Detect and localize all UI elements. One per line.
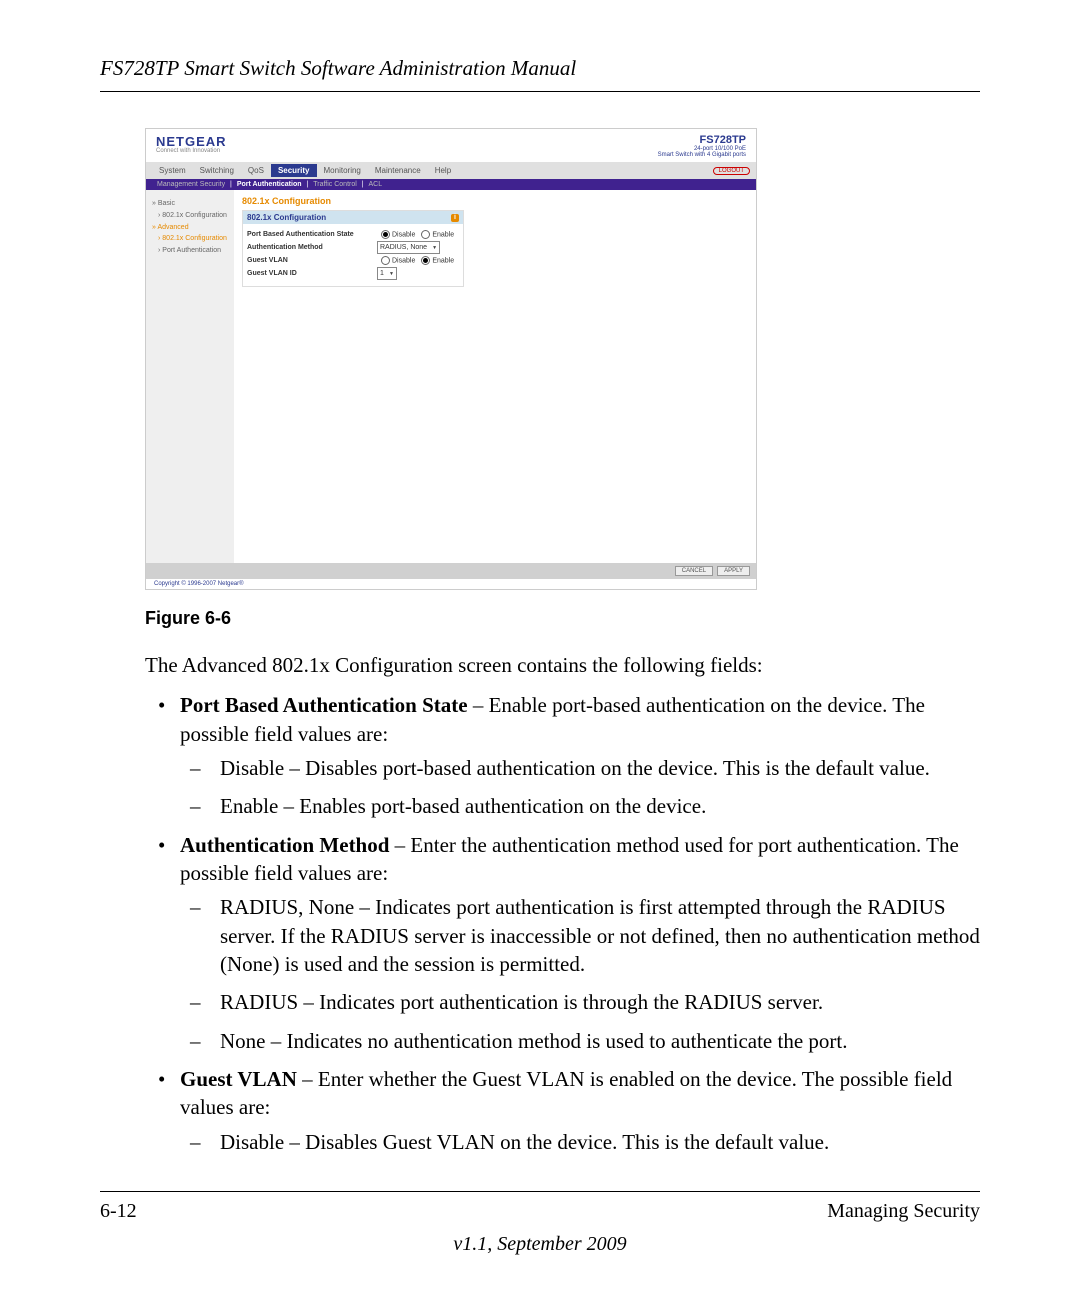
radio-auth-disable[interactable] [381,230,390,239]
label-port-auth-state: Port Based Authentication State [247,231,377,238]
cancel-button[interactable]: CANCEL [675,566,713,576]
sidebar-item-basic-8021x[interactable]: › 802.1x Configuration [150,210,230,222]
bullet-port-auth-state: Port Based Authentication State – Enable… [180,691,980,820]
select-auth-method[interactable]: RADIUS, None [377,241,440,254]
version-line: v1.1, September 2009 [100,1233,980,1256]
running-header: FS728TP Smart Switch Software Administra… [100,56,980,92]
tab-system[interactable]: System [152,164,193,177]
bullet-auth-method: Authentication Method – Enter the authen… [180,831,980,1055]
tab-security[interactable]: Security [271,164,317,177]
radio-auth-enable[interactable] [421,230,430,239]
config-panel: 802.1x Configuration i Port Based Authen… [242,210,464,287]
model-sub2: Smart Switch with 4 Gigabit ports [658,152,746,158]
tab-qos[interactable]: QoS [241,164,271,177]
subtab-acl[interactable]: ACL [366,181,386,188]
sub-radius-none: RADIUS, None – Indicates port authentica… [220,893,980,978]
tab-monitoring[interactable]: Monitoring [317,164,368,177]
sub-guest-disable: Disable – Disables Guest VLAN on the dev… [220,1128,980,1156]
screenshot-figure: NETGEAR Connect with Innovation FS728TP … [145,128,757,590]
sidebar-item-advanced[interactable]: » Advanced [150,222,230,234]
sidebar-item-port-auth[interactable]: › Port Authentication [150,245,230,257]
brand-tagline: Connect with Innovation [156,148,227,154]
page-footer: 6-12 Managing Security [100,1191,980,1223]
select-guest-vlan-id[interactable]: 1 [377,267,397,280]
subtab-mgmt-security[interactable]: Management Security [154,181,228,188]
intro-paragraph: The Advanced 802.1x Configuration screen… [145,651,980,679]
tab-maintenance[interactable]: Maintenance [368,164,428,177]
sub-enable-auth: Enable – Enables port-based authenticati… [220,792,980,820]
radio-guest-enable[interactable] [421,256,430,265]
copyright-text: Copyright © 1996-2007 Netgear® [146,579,756,589]
sub-tabs: Management Security | Port Authenticatio… [146,179,756,190]
page-number: 6-12 [100,1200,137,1223]
tab-help[interactable]: Help [428,164,458,177]
label-guest-vlan-id: Guest VLAN ID [247,270,377,277]
label-guest-vlan: Guest VLAN [247,257,377,264]
subtab-port-auth[interactable]: Port Authentication [234,181,305,188]
section-title: 802.1x Configuration [242,196,748,206]
main-tabs: System Switching QoS Security Monitoring… [146,162,756,179]
panel-title: 802.1x Configuration [247,213,326,222]
model-name: FS728TP [658,135,746,146]
sidebar-item-adv-8021x[interactable]: › 802.1x Configuration [150,233,230,245]
sub-none: None – Indicates no authentication metho… [220,1027,980,1055]
radio-guest-disable[interactable] [381,256,390,265]
tab-switching[interactable]: Switching [193,164,241,177]
bullet-guest-vlan: Guest VLAN – Enter whether the Guest VLA… [180,1065,980,1156]
sub-disable-auth: Disable – Disables port-based authentica… [220,754,980,782]
subtab-traffic-control[interactable]: Traffic Control [310,181,360,188]
sub-radius: RADIUS – Indicates port authentication i… [220,988,980,1016]
brand-logo: NETGEAR [156,135,227,148]
sidebar-item-basic[interactable]: » Basic [150,198,230,210]
logout-button[interactable]: LOGOUT [713,167,750,175]
info-icon[interactable]: i [451,214,459,222]
apply-button[interactable]: APPLY [717,566,750,576]
sidebar: » Basic › 802.1x Configuration » Advance… [146,190,234,563]
section-name: Managing Security [827,1200,980,1223]
label-auth-method: Authentication Method [247,244,377,251]
figure-caption: Figure 6-6 [145,608,980,629]
